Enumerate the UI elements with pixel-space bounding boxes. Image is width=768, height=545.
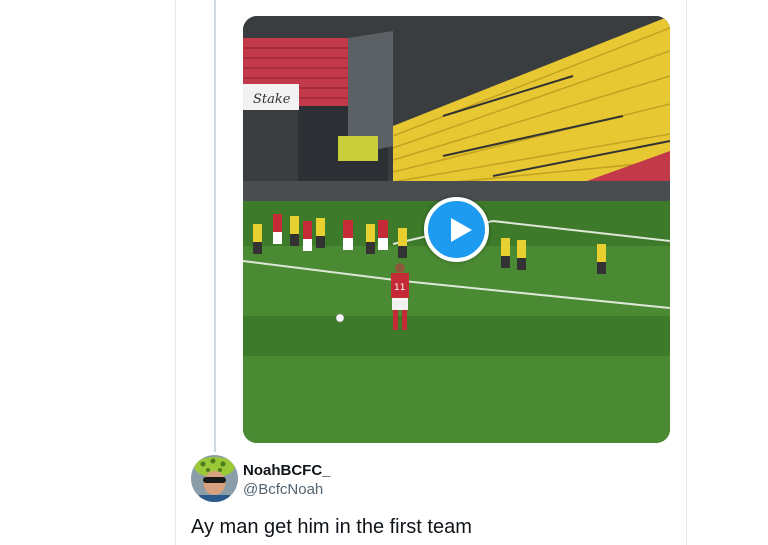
- play-icon: [451, 218, 472, 242]
- play-button[interactable]: [424, 197, 489, 262]
- sponsor-board: Stake: [253, 92, 291, 107]
- avatar[interactable]: [191, 455, 238, 502]
- shirt-number: 11: [394, 283, 405, 293]
- author-handle[interactable]: @BcfcNoah: [243, 481, 323, 498]
- author-display-name[interactable]: NoahBCFC_: [243, 462, 331, 479]
- more-options-icon[interactable]: ••: [378, 0, 398, 5]
- football: [335, 313, 345, 323]
- tweet-text: Ay man get him in the first team: [191, 516, 472, 538]
- thread-connector-line: [214, 0, 216, 452]
